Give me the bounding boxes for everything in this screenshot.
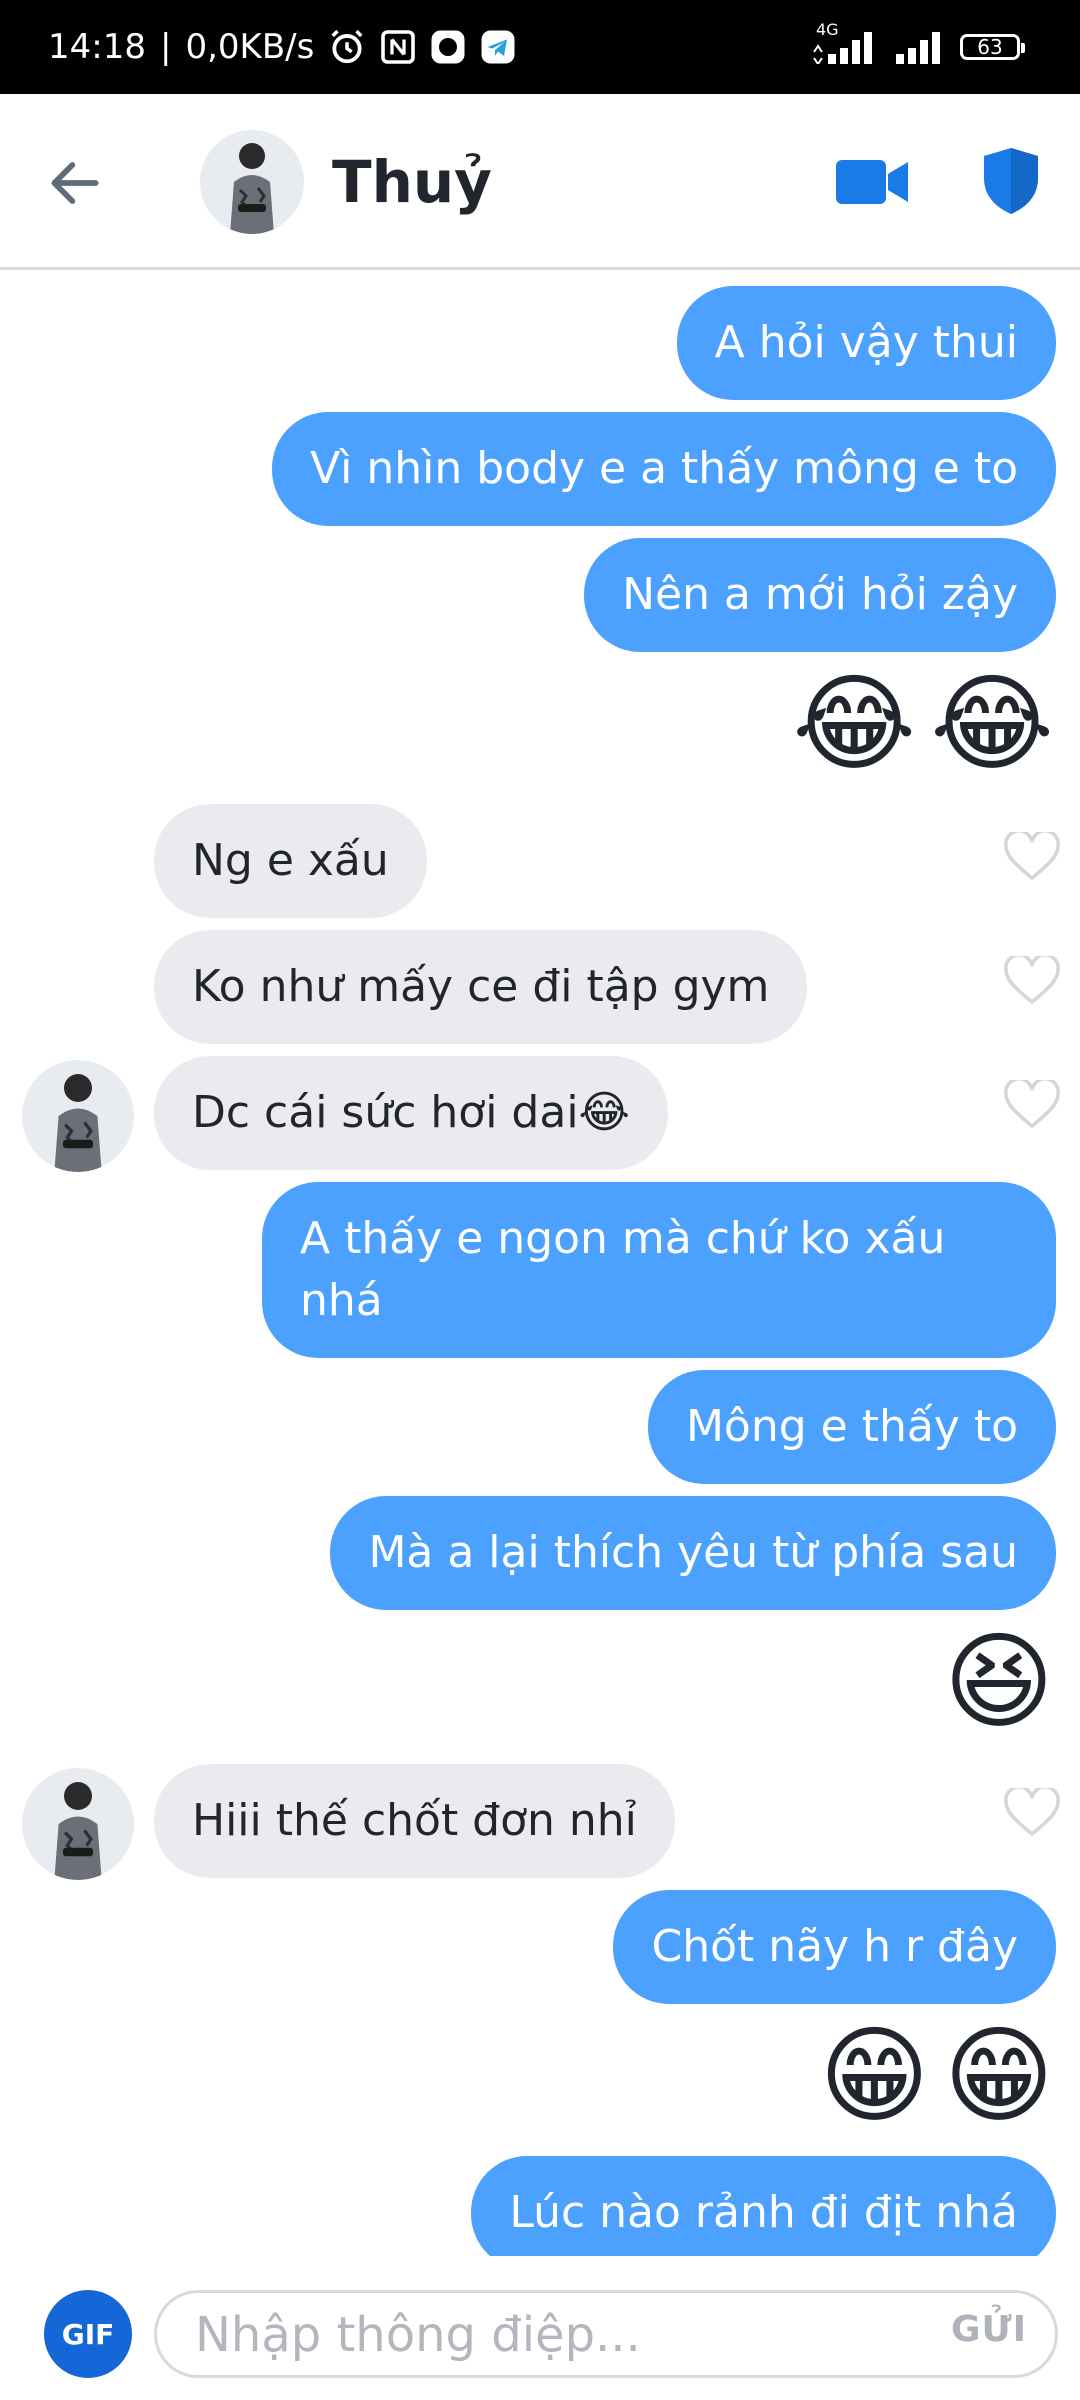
- emoji: 😆: [943, 1620, 1054, 1743]
- message-input-wrapper[interactable]: GỬI: [154, 2290, 1058, 2378]
- status-bar: 14:18 | 0,0KB/s 4G 63: [0, 0, 1080, 94]
- message-list[interactable]: A hỏi vậy thui Vì nhìn body e a thấy môn…: [0, 272, 1080, 2256]
- message-bubble-incoming[interactable]: Ng e xấu: [154, 804, 427, 918]
- message-bubble-outgoing[interactable]: A hỏi vậy thui: [676, 286, 1056, 400]
- contact-name[interactable]: Thuỷ: [332, 138, 492, 226]
- contact-avatar[interactable]: [200, 130, 304, 234]
- app-notification-icon: [430, 29, 466, 65]
- message-bubble-outgoing[interactable]: A thấy e ngon mà chứ ko xấu nhá: [262, 1182, 1056, 1358]
- status-right: 4G 63: [812, 0, 1025, 94]
- emoji-message[interactable]: 😁 😁: [819, 2016, 1054, 2136]
- message-bubble-incoming[interactable]: Hiii thế chốt đơn nhỉ: [154, 1764, 675, 1878]
- message-bubble-outgoing[interactable]: Mông e thấy to: [647, 1370, 1056, 1484]
- status-time: 14:18: [48, 27, 146, 67]
- gif-label: GIF: [61, 2317, 115, 2351]
- battery-level: 63: [977, 35, 1003, 59]
- emoji: 😂: [930, 662, 1054, 785]
- video-camera-icon: [836, 160, 908, 204]
- arrow-left-icon: [51, 162, 99, 204]
- message-bubble-incoming[interactable]: Dc cái sức hơi dai😂: [154, 1056, 668, 1170]
- message-bubble-outgoing[interactable]: Chốt nãy h r đây: [613, 1890, 1056, 2004]
- sender-avatar[interactable]: [22, 1768, 134, 1880]
- send-button[interactable]: GỬI: [951, 2309, 1027, 2350]
- message-bubble-outgoing[interactable]: Lúc nào rảnh đi địt nhá: [471, 2156, 1056, 2256]
- emoji-message[interactable]: 😂 😂: [792, 664, 1054, 784]
- message-bubble-incoming[interactable]: Ko như mấy ce đi tập gym: [154, 930, 808, 1044]
- safety-button[interactable]: [982, 146, 1040, 216]
- status-speed: 0,0KB/s: [185, 27, 315, 67]
- telegram-icon: [480, 29, 516, 65]
- heart-icon: [1004, 829, 1060, 881]
- like-button[interactable]: [1004, 1077, 1060, 1130]
- heart-icon: [1004, 1785, 1060, 1837]
- message-bubble-outgoing[interactable]: Mà a lại thích yêu từ phía sau: [330, 1496, 1056, 1610]
- message-bubble-outgoing[interactable]: Vì nhìn body e a thấy mông e to: [272, 412, 1056, 526]
- alarm-icon: [328, 28, 366, 66]
- emoji: 😂: [792, 662, 917, 785]
- gif-button[interactable]: GIF: [44, 2290, 132, 2378]
- like-button[interactable]: [1004, 1785, 1060, 1838]
- status-left: 14:18 | 0,0KB/s: [48, 0, 516, 94]
- back-button[interactable]: [44, 152, 106, 214]
- emoji: 😁: [818, 2014, 930, 2137]
- sender-avatar[interactable]: [22, 1060, 134, 1172]
- network-type: 4G: [816, 20, 839, 39]
- composer-bar: GIF GỬI: [0, 2256, 1080, 2400]
- avatar-photo-icon: [22, 1060, 134, 1172]
- heart-icon: [1004, 953, 1060, 1005]
- signal-4g-icon: 4G: [812, 20, 878, 64]
- like-button[interactable]: [1004, 953, 1060, 1006]
- video-call-button[interactable]: [834, 154, 910, 210]
- shield-icon: [984, 148, 1038, 214]
- avatar-photo-icon: [200, 130, 304, 234]
- like-button[interactable]: [1004, 829, 1060, 882]
- status-separator: |: [159, 27, 172, 67]
- emoji-message[interactable]: 😆: [943, 1622, 1054, 1742]
- signal-icon: [894, 30, 944, 64]
- avatar-photo-icon: [22, 1768, 134, 1880]
- nfc-icon: [380, 29, 416, 65]
- message-bubble-outgoing[interactable]: Nên a mới hỏi zậy: [584, 538, 1056, 652]
- emoji: 😁: [943, 2014, 1054, 2137]
- heart-icon: [1004, 1077, 1060, 1129]
- battery-indicator: 63: [960, 34, 1025, 60]
- message-input[interactable]: [193, 2301, 877, 2369]
- chat-header: Thuỷ: [0, 94, 1080, 270]
